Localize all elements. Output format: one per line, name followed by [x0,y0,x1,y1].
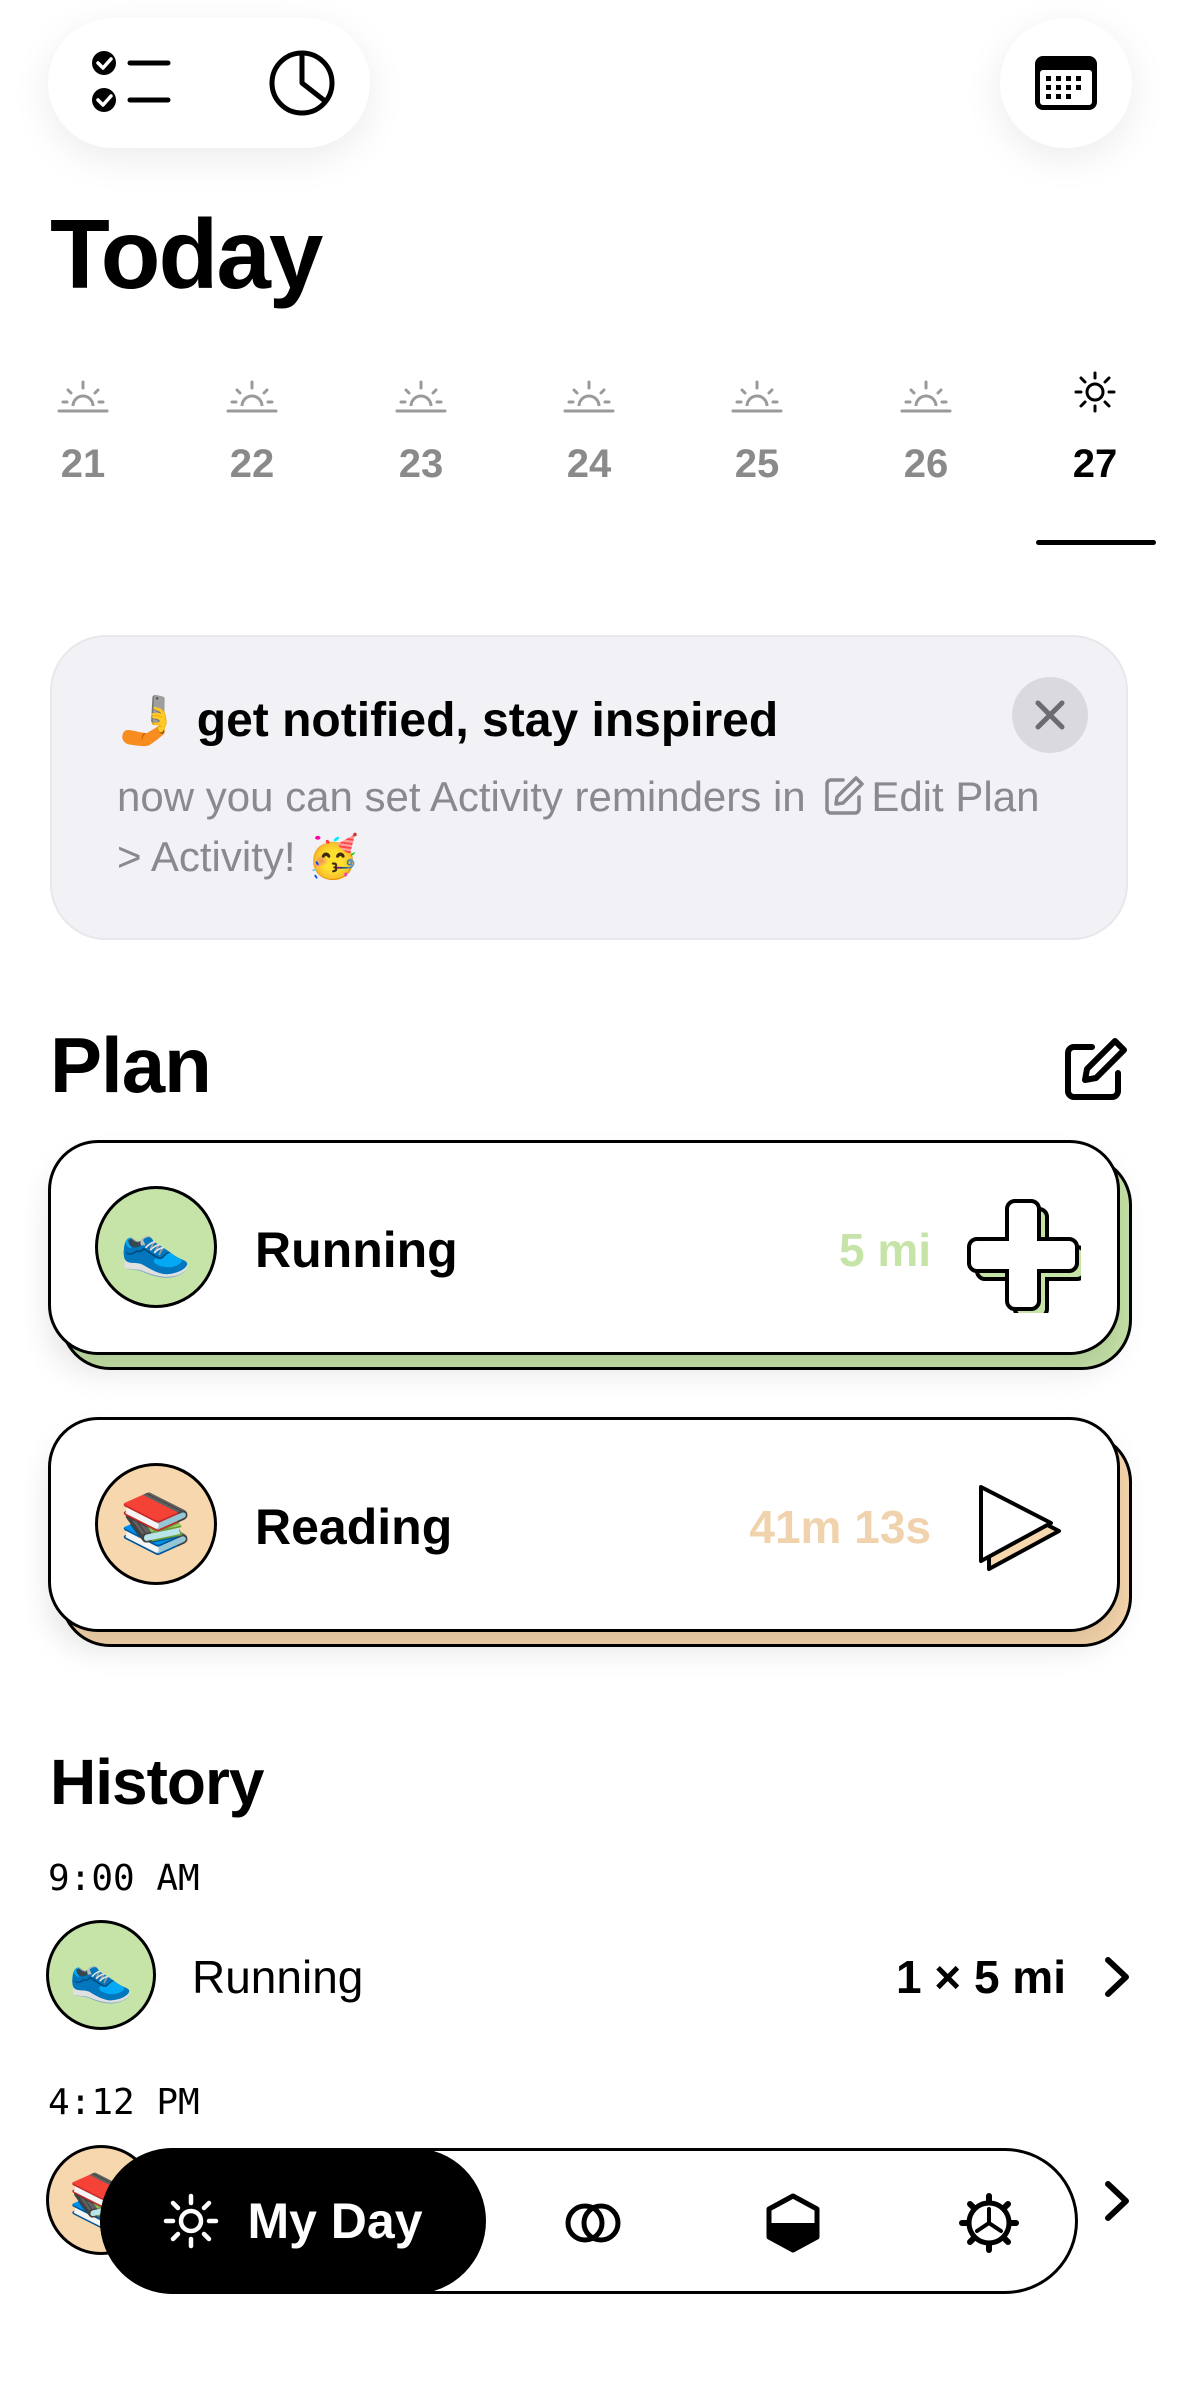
day-24[interactable]: 24 [534,370,644,487]
tab-bar: My Day [100,2148,1078,2294]
history-row-running[interactable]: 👟 Running 1 × 5 mi [46,1920,1136,2032]
day-22[interactable]: 22 [197,370,307,487]
tab-settings[interactable] [957,2191,1021,2255]
top-left-toolbar [48,18,370,148]
calendar-button[interactable] [1000,18,1132,148]
plan-item-label: Reading [255,1499,453,1555]
edit-plan-button[interactable] [1060,1035,1130,1105]
stats-button[interactable] [262,50,342,116]
sun-icon [164,2193,219,2249]
party-emoji: 🥳 [307,833,360,880]
reading-avatar: 📚 [95,1463,217,1585]
banner-title: 🤳 get notified, stay inspired [117,692,778,749]
history-time: 9:00 AM [48,1858,200,1899]
banner-edit-link[interactable]: Edit [871,773,943,820]
history-title: History [50,1746,264,1818]
day-27[interactable]: 27 [1040,370,1150,487]
checklist-icon [92,51,171,112]
close-icon [1035,700,1065,730]
history-value: 1 × 5 mi [895,1951,1066,2003]
selected-day-indicator [1036,540,1156,545]
plus-icon [967,1199,1087,1319]
sunrise-icon [57,380,109,413]
selfie-emoji: 🤳 [117,695,177,748]
sunrise-icon [731,380,783,413]
circles-icon [565,2203,621,2243]
day-number: 21 [60,442,106,486]
tab-journal[interactable] [761,2191,825,2255]
gear-icon [959,2193,1019,2253]
day-number: 23 [398,442,444,486]
sunrise-icon [226,380,278,413]
day-21[interactable]: 21 [28,370,138,487]
log-running-button[interactable] [961,1193,1087,1319]
banner-title-text: get notified, stay inspired [196,694,779,747]
tab-habits[interactable] [561,2191,625,2255]
plan-title: Plan [50,1021,212,1109]
history-label: Running [192,1951,364,2003]
running-avatar: 👟 [46,1920,156,2030]
running-emoji: 👟 [119,1214,193,1279]
banner-body-text: now you can set Activity reminders in [117,773,806,820]
day-number: 22 [229,442,275,486]
start-reading-button[interactable] [971,1475,1071,1585]
chevron-right-icon [1105,1957,1129,1997]
history-time: 4:12 PM [48,2082,200,2123]
running-emoji: 👟 [68,1946,134,2005]
pie-chart-icon [269,50,335,116]
running-avatar: 👟 [95,1186,217,1308]
play-icon [979,1485,1061,1571]
day-number: 27 [1072,442,1118,486]
tab-my-day-label: My Day [247,2193,423,2249]
books-emoji: 📚 [119,1491,193,1556]
banner-body: now you can set Activity reminders in Ed… [117,767,1057,887]
plan-item-value: 5 mi [838,1224,931,1276]
plan-item-label: Running [255,1222,458,1278]
edit-icon [1065,1038,1127,1100]
sunrise-icon [900,380,952,413]
reminder-banner: 🤳 get notified, stay inspired now you ca… [50,635,1128,940]
sun-icon [1074,371,1116,413]
hexagon-icon [766,2193,820,2253]
calendar-icon [1035,56,1097,110]
day-26[interactable]: 26 [871,370,981,487]
day-23[interactable]: 23 [366,370,476,487]
checklist-button[interactable] [92,51,172,113]
day-25[interactable]: 25 [702,370,812,487]
banner-close-button[interactable] [1012,677,1088,753]
plan-item-value: 41m 13s [749,1501,931,1553]
sunrise-icon [563,380,615,413]
day-number: 24 [566,442,612,486]
page-title: Today [50,199,323,309]
plan-card-running[interactable]: 👟 Running 5 mi [48,1140,1120,1355]
day-number: 25 [734,442,780,486]
sunrise-icon [395,380,447,413]
tab-my-day[interactable]: My Day [100,2148,486,2294]
edit-icon [825,776,865,815]
plan-card-reading[interactable]: 📚 Reading 41m 13s [48,1417,1120,1632]
chevron-right-icon [1105,2181,1129,2221]
day-number: 26 [903,442,949,486]
